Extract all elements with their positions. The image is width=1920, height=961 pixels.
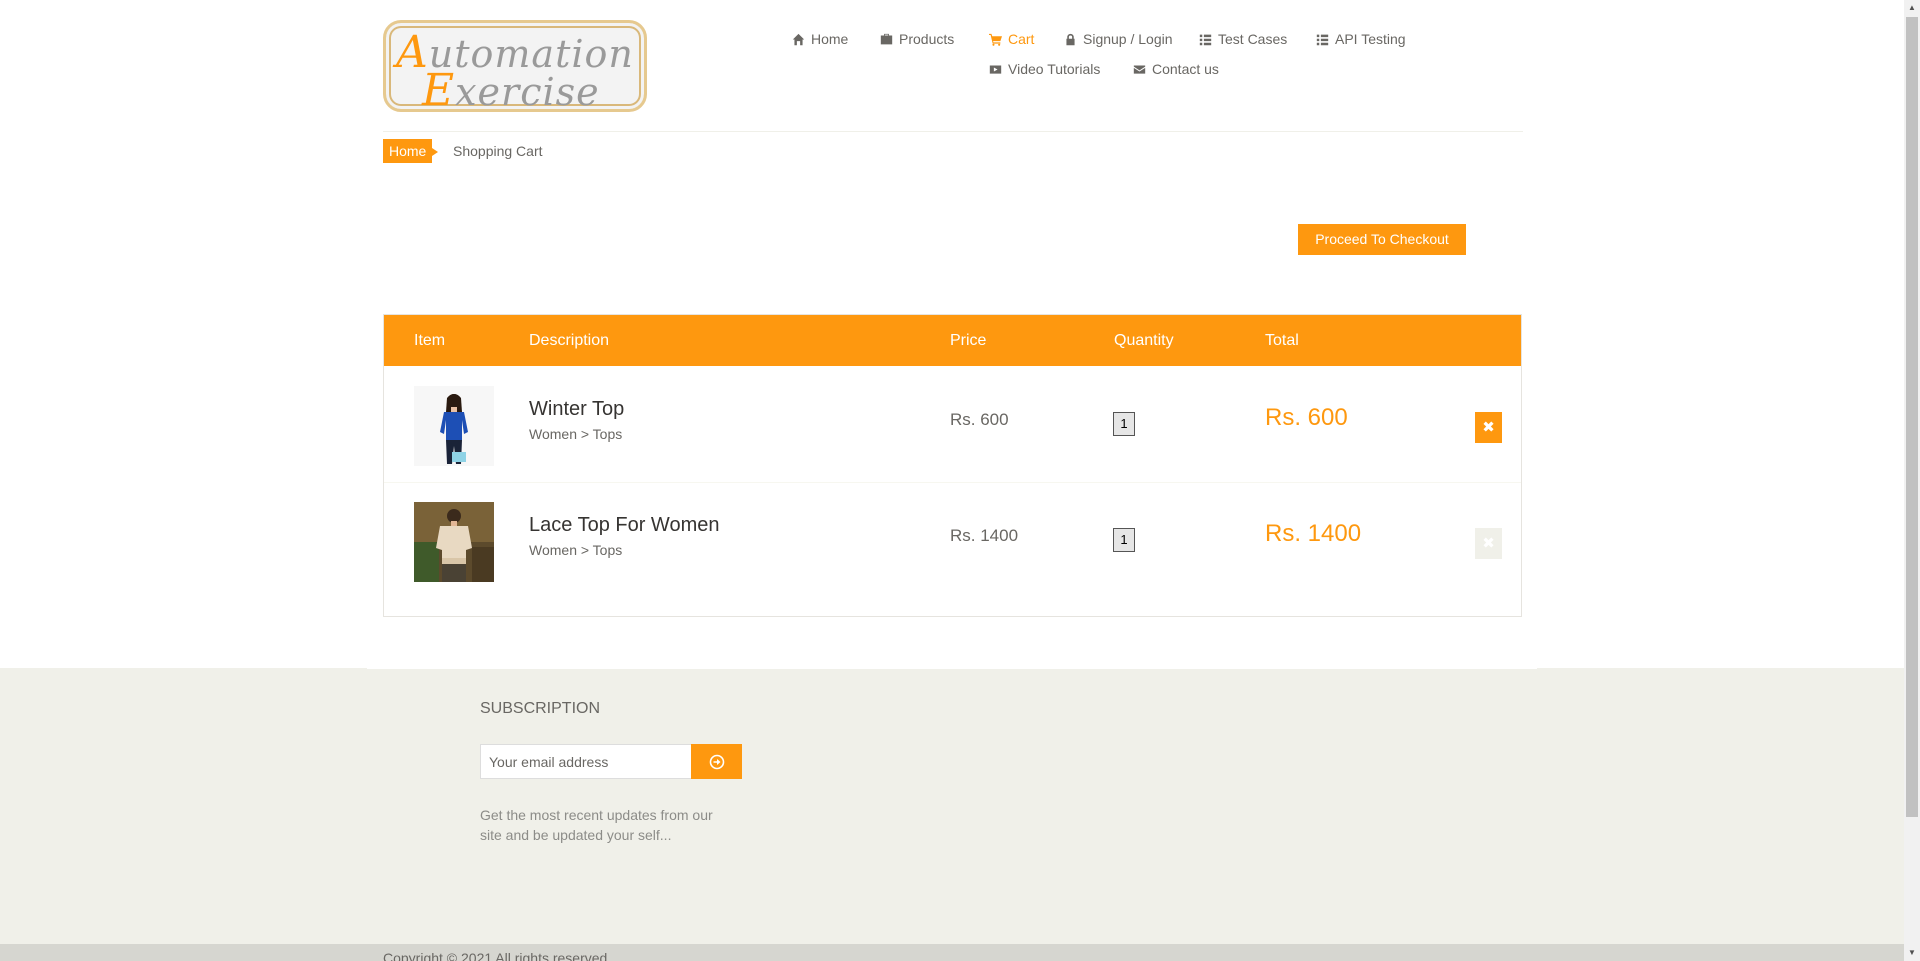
product-image-lace-top[interactable]	[414, 502, 494, 582]
nav-api-testing[interactable]: API Testing	[1316, 31, 1406, 47]
nav-products[interactable]: Products	[880, 31, 954, 47]
nav-contact-us-label: Contact us	[1152, 61, 1219, 77]
youtube-play-icon	[989, 64, 1002, 74]
nav-cart-label: Cart	[1008, 31, 1035, 47]
scroll-down-arrow-icon[interactable]: ▼	[1904, 945, 1920, 961]
nav-test-cases-label: Test Cases	[1218, 31, 1288, 47]
nav-products-label: Products	[899, 31, 955, 47]
column-total: Total	[1265, 332, 1299, 349]
subscribe-button[interactable]	[691, 744, 742, 779]
nav-home[interactable]: Home	[792, 31, 848, 47]
nav-api-testing-label: API Testing	[1335, 31, 1406, 47]
product-total: Rs. 1400	[1265, 520, 1362, 547]
breadcrumb-current: Shopping Cart	[453, 143, 543, 159]
list-icon	[1316, 34, 1329, 45]
site-logo[interactable]: Automation Exercise	[383, 20, 647, 116]
footer-bottom-bar: Copyright © 2021 All rights reserved	[0, 944, 1904, 961]
product-category: Women > Tops	[529, 426, 623, 442]
column-quantity: Quantity	[1114, 332, 1174, 349]
briefcase-icon	[880, 33, 893, 44]
delete-item-button[interactable]: ✖	[1475, 412, 1502, 443]
nav-test-cases[interactable]: Test Cases	[1199, 31, 1287, 47]
subscription-email-input[interactable]	[480, 744, 692, 779]
cart-table-header: Item Description Price Quantity Total	[384, 315, 1521, 366]
cart-icon	[989, 33, 1002, 46]
column-item: Item	[414, 332, 446, 349]
list-icon	[1199, 34, 1212, 45]
table-row: Lace Top For Women Women > Tops Rs. 1400…	[384, 482, 1521, 598]
close-icon: ✖	[1482, 535, 1495, 552]
arrow-circle-right-icon	[709, 754, 724, 769]
nav-signup-login-label: Signup / Login	[1083, 31, 1173, 47]
breadcrumb-home[interactable]: Home	[383, 139, 439, 163]
logo-line-2: Exercise	[422, 65, 600, 116]
proceed-to-checkout-button[interactable]: Proceed To Checkout	[1298, 224, 1466, 255]
subscription-description: Get the most recent updates from our sit…	[480, 807, 713, 843]
product-price: Rs. 600	[950, 410, 1009, 429]
product-name[interactable]: Winter Top	[529, 398, 624, 421]
scrollbar-thumb[interactable]	[1906, 17, 1918, 817]
product-image-winter-top[interactable]	[414, 386, 494, 466]
quantity-button[interactable]: 1	[1113, 412, 1135, 436]
footer-top-line	[367, 667, 1537, 669]
table-row: Winter Top Women > Tops Rs. 600 1 Rs. 60…	[384, 366, 1521, 483]
column-price: Price	[950, 332, 987, 349]
product-total: Rs. 600	[1265, 404, 1348, 431]
nav-video-tutorials[interactable]: Video Tutorials	[989, 61, 1100, 77]
nav-signup-login[interactable]: Signup / Login	[1064, 31, 1173, 47]
product-price: Rs. 1400	[950, 526, 1019, 545]
quantity-button[interactable]: 1	[1113, 528, 1135, 552]
home-icon	[792, 33, 805, 45]
nav-video-tutorials-label: Video Tutorials	[1008, 61, 1101, 77]
page-scrollbar[interactable]: ▲ ▼	[1904, 0, 1920, 961]
close-icon: ✖	[1482, 419, 1495, 436]
scroll-up-arrow-icon[interactable]: ▲	[1904, 0, 1920, 16]
nav-home-label: Home	[811, 31, 849, 47]
copyright-text: Copyright © 2021 All rights reserved	[383, 950, 608, 961]
product-category: Women > Tops	[529, 542, 623, 558]
footer	[0, 668, 1904, 944]
lock-icon	[1066, 33, 1075, 45]
envelope-icon	[1133, 64, 1146, 74]
nav-cart[interactable]: Cart	[989, 31, 1034, 47]
subscription-title: SUBSCRIPTION	[480, 700, 601, 717]
page: Automation Exercise Home Products Cart S…	[0, 0, 1904, 961]
cart-table: Item Description Price Quantity Total Wi…	[383, 314, 1522, 617]
nav-contact-us[interactable]: Contact us	[1133, 61, 1219, 77]
product-name[interactable]: Lace Top For Women	[529, 514, 719, 537]
column-description: Description	[529, 332, 610, 349]
header-divider	[383, 131, 1523, 132]
delete-item-button[interactable]: ✖	[1475, 528, 1502, 559]
